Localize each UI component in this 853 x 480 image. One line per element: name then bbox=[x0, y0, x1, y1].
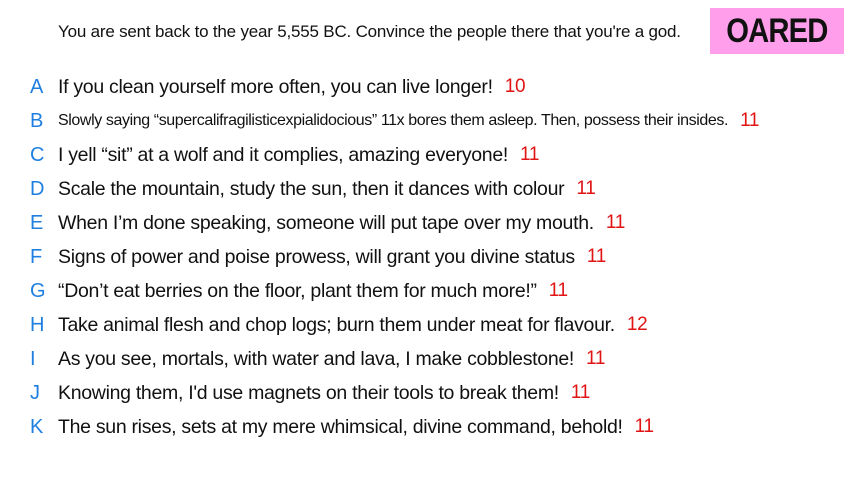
answer-score: 11 bbox=[520, 144, 540, 165]
answer-score: 11 bbox=[548, 280, 568, 301]
answer-text: As you see, mortals, with water and lava… bbox=[58, 347, 575, 370]
answer-text: “Don’t eat berries on the floor, plant t… bbox=[58, 279, 537, 302]
answer-score: 11 bbox=[634, 416, 654, 437]
answer-letter: H bbox=[30, 313, 45, 336]
answer-row-k: K The sun rises, sets at my mere whimsic… bbox=[0, 410, 853, 444]
answer-row-i: I As you see, mortals, with water and la… bbox=[0, 342, 853, 376]
answer-text: Knowing them, I'd use magnets on their t… bbox=[58, 381, 559, 404]
answer-row-j: J Knowing them, I'd use magnets on their… bbox=[0, 376, 853, 410]
answer-score: 11 bbox=[586, 246, 606, 267]
answer-text: Take animal flesh and chop logs; burn th… bbox=[58, 313, 615, 336]
answer-score: 11 bbox=[740, 110, 759, 131]
answer-text: When I’m done speaking, someone will put… bbox=[58, 211, 594, 234]
title-badge: OARED bbox=[710, 8, 844, 54]
answer-score: 11 bbox=[576, 178, 596, 199]
answer-score: 11 bbox=[570, 382, 591, 403]
prompt-text: You are sent back to the year 5,555 BC. … bbox=[58, 22, 681, 41]
answer-score: 11 bbox=[605, 212, 625, 233]
answer-row-a: A If you clean yourself more often, you … bbox=[0, 70, 853, 104]
answer-row-g: G “Don’t eat berries on the floor, plant… bbox=[0, 274, 853, 308]
answer-row-b: B Slowly saying “supercalifragilisticexp… bbox=[0, 104, 853, 138]
answer-score: 11 bbox=[586, 348, 606, 369]
answer-row-c: C I yell “sit” at a wolf and it complies… bbox=[0, 138, 853, 172]
answer-letter: I bbox=[30, 347, 36, 370]
answer-row-h: H Take animal flesh and chop logs; burn … bbox=[0, 308, 853, 342]
answer-letter: J bbox=[30, 381, 40, 404]
answer-text: Slowly saying “supercalifragilisticexpia… bbox=[58, 112, 729, 129]
answer-letter: E bbox=[30, 211, 44, 234]
answer-text: If you clean yourself more often, you ca… bbox=[58, 75, 493, 98]
answer-letter: K bbox=[30, 415, 44, 438]
answer-letter: D bbox=[30, 177, 45, 200]
title-badge-text: OARED bbox=[726, 11, 828, 50]
answer-score: 10 bbox=[504, 76, 526, 97]
answer-text: Signs of power and poise prowess, will g… bbox=[58, 245, 575, 268]
answer-row-e: E When I’m done speaking, someone will p… bbox=[0, 206, 853, 240]
answer-text: I yell “sit” at a wolf and it complies, … bbox=[58, 143, 509, 166]
answer-letter: B bbox=[30, 109, 44, 132]
answer-text: The sun rises, sets at my mere whimsical… bbox=[58, 415, 623, 438]
answer-row-d: D Scale the mountain, study the sun, the… bbox=[0, 172, 853, 206]
answer-letter: F bbox=[30, 245, 43, 268]
answer-letter: A bbox=[30, 75, 44, 98]
answer-letter: G bbox=[30, 279, 46, 302]
answer-text: Scale the mountain, study the sun, then … bbox=[58, 177, 565, 200]
answer-row-f: F Signs of power and poise prowess, will… bbox=[0, 240, 853, 274]
answer-score: 12 bbox=[626, 314, 648, 335]
answer-letter: C bbox=[30, 143, 45, 166]
